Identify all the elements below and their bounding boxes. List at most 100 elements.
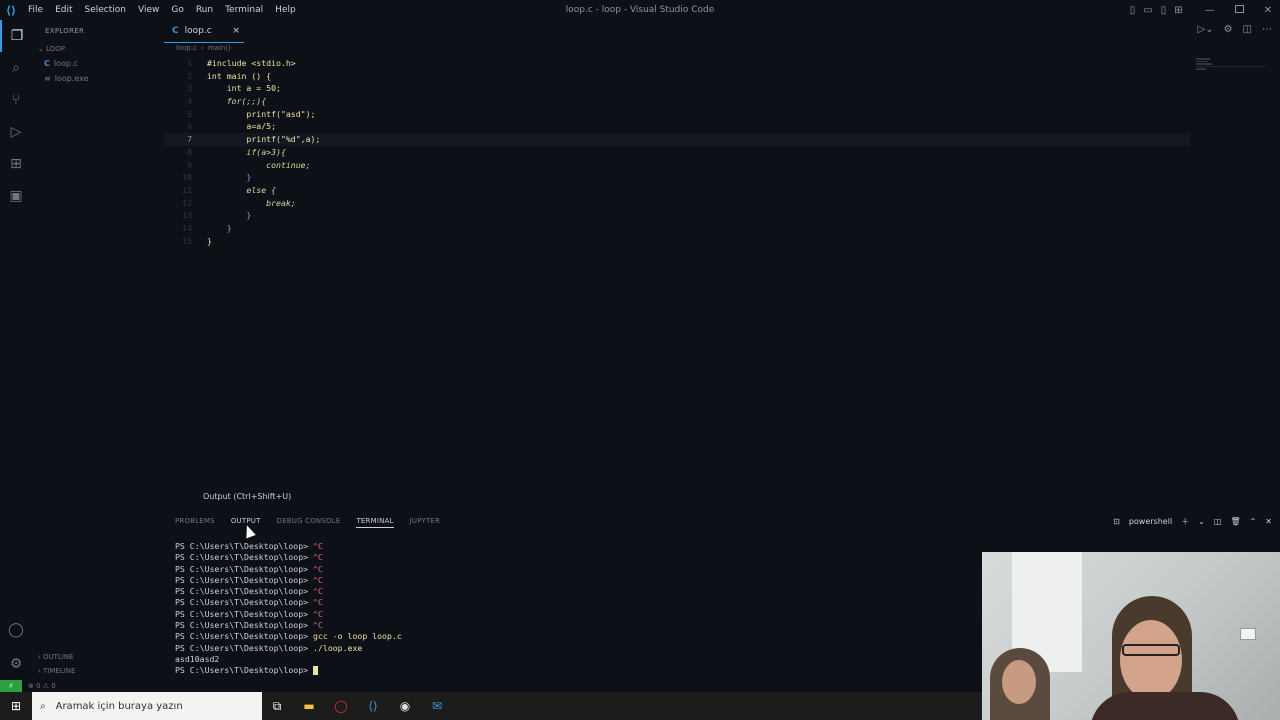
code-text: int a = 50;	[207, 83, 281, 94]
toggle-sidebar-icon[interactable]: ▯	[1130, 5, 1136, 16]
breadcrumb-symbol[interactable]: main()	[208, 44, 231, 56]
shell-name[interactable]: powershell	[1129, 517, 1172, 526]
code-text: }	[207, 172, 252, 183]
file-item-loop-c[interactable]: C loop.c	[32, 56, 164, 71]
tab-terminal[interactable]: TERMINAL	[356, 514, 394, 528]
minimap[interactable]	[1196, 57, 1272, 77]
timeline-section[interactable]: › TIMELINE	[32, 664, 164, 678]
file-item-loop-exe[interactable]: ≡ loop.exe	[32, 71, 164, 86]
terminal-line: PS C:\Users\T\Desktop\loop> ^C	[175, 586, 323, 597]
webcam-overlay	[982, 552, 1280, 720]
chevron-down-icon[interactable]: ⌄	[1198, 517, 1205, 526]
menu-selection[interactable]: Selection	[79, 5, 132, 15]
panel-actions: ⊡ powershell ＋ ⌄ ◫ 🗑 ⌃ ✕	[1113, 514, 1272, 528]
vscode-taskbar-icon[interactable]: ⟨⟩	[364, 697, 382, 715]
taskbar-search[interactable]: ⌕ Aramak için buraya yazın	[32, 692, 262, 720]
breadcrumb-file[interactable]: loop.c	[176, 44, 197, 56]
trash-icon[interactable]: 🗑	[1230, 517, 1240, 526]
taskbar-search-placeholder: Aramak için buraya yazın	[55, 700, 183, 712]
code-line: 2 int main () {	[164, 70, 1194, 83]
menu-help[interactable]: Help	[269, 5, 302, 15]
toggle-secondary-sidebar-icon[interactable]: ▯	[1161, 5, 1167, 16]
more-actions-icon[interactable]: ⋯	[1262, 24, 1272, 35]
menu-file[interactable]: File	[22, 5, 49, 15]
tab-problems[interactable]: PROBLEMS	[175, 514, 215, 528]
close-window-icon[interactable]: ✕	[1264, 5, 1272, 16]
line-number: 12	[182, 197, 192, 208]
line-number: 8	[187, 146, 192, 157]
explorer-icon[interactable]: ❐	[0, 20, 32, 52]
line-number: 15	[182, 235, 192, 246]
code-text: }	[207, 210, 252, 221]
problems-counter[interactable]: ⊗ 0 ⚠ 0	[28, 680, 56, 692]
terminal-line: PS C:\Users\T\Desktop\loop> ^C	[175, 608, 323, 619]
windows-start-icon[interactable]: ⊞	[0, 692, 32, 720]
source-control-icon[interactable]: ⑂	[0, 84, 32, 116]
terminal-line: PS C:\Users\T\Desktop\loop> gcc -o loop …	[175, 631, 402, 642]
split-editor-icon[interactable]: ◫	[1243, 24, 1252, 35]
outline-section[interactable]: › OUTLINE	[32, 650, 164, 664]
editor-actions: ▷⌄ ⚙ ◫ ⋯	[1198, 24, 1273, 35]
menu-view[interactable]: View	[132, 5, 165, 15]
new-terminal-icon[interactable]: ＋	[1181, 516, 1189, 527]
menu-terminal[interactable]: Terminal	[219, 5, 269, 15]
file-name: loop.c	[53, 59, 78, 68]
obs-icon[interactable]: ◉	[396, 697, 414, 715]
account-icon[interactable]: ◯	[0, 614, 32, 646]
run-code-icon[interactable]: ▷⌄	[1198, 24, 1214, 35]
exe-file-icon: ≡	[44, 74, 51, 83]
line-number: 5	[187, 108, 192, 119]
taskbar-apps: ⧉ ▬ ◯ ⟨⟩ ◉ ✉	[268, 692, 446, 720]
maximize-panel-icon[interactable]: ⌃	[1250, 517, 1257, 526]
opera-browser-icon[interactable]: ◯	[332, 697, 350, 715]
terminal-line: PS C:\Users\T\Desktop\loop> ./loop.exe	[175, 642, 363, 653]
terminal-line: PS C:\Users\T\Desktop\loop> ^C	[175, 574, 323, 585]
terminal-line: PS C:\Users\T\Desktop\loop> ^C	[175, 597, 323, 608]
close-panel-icon[interactable]: ✕	[1265, 517, 1272, 526]
code-text: printf("asd");	[207, 108, 316, 119]
code-text: }	[207, 235, 212, 246]
terminal-line: PS C:\Users\T\Desktop\loop> ^C	[175, 552, 323, 563]
line-number: 11	[182, 184, 192, 195]
search-icon[interactable]: ⌕	[0, 52, 32, 84]
folder-loop[interactable]: ⌄ LOOP	[32, 42, 164, 56]
output-tooltip: Output (Ctrl+Shift+U)	[200, 491, 295, 502]
menu-go[interactable]: Go	[165, 5, 189, 15]
terminal-line: asd10asd2	[175, 653, 220, 664]
terminal-line: PS C:\Users\T\Desktop\loop>	[175, 665, 402, 676]
code-line: 12 break;	[164, 197, 1194, 210]
remote-indicator-icon[interactable]: ⚡	[0, 680, 22, 692]
code-text: break;	[207, 197, 296, 208]
menu-run[interactable]: Run	[190, 5, 219, 15]
line-number: 4	[187, 96, 192, 107]
remote-explorer-icon[interactable]: ▣	[0, 180, 32, 212]
activity-bar: ❐ ⌕ ⑂ ▷ ⊞ ▣ ◯ ⚙	[0, 20, 32, 692]
code-text: int main () {	[207, 70, 272, 81]
restore-icon[interactable]	[1234, 4, 1244, 16]
tab-loop-c[interactable]: C loop.c ×	[164, 20, 244, 43]
line-number: 1	[187, 58, 192, 68]
task-view-icon[interactable]: ⧉	[268, 697, 286, 715]
run-debug-icon[interactable]: ▷	[0, 116, 32, 148]
settings-gear-icon[interactable]: ⚙	[1224, 24, 1233, 35]
customize-layout-icon[interactable]: ⊞	[1174, 5, 1182, 16]
code-text: }	[207, 222, 232, 233]
c-file-icon: C	[44, 59, 50, 68]
file-explorer-icon[interactable]: ▬	[300, 697, 318, 715]
code-line: 1 #include <stdio.h>	[164, 57, 1194, 70]
menu-edit[interactable]: Edit	[49, 5, 78, 15]
tab-debug-console[interactable]: DEBUG CONSOLE	[277, 514, 341, 528]
mail-icon[interactable]: ✉	[428, 697, 446, 715]
minimize-icon[interactable]: —	[1205, 5, 1215, 16]
manage-gear-icon[interactable]: ⚙	[0, 648, 32, 680]
tab-jupyter[interactable]: JUPYTER	[410, 514, 441, 528]
explorer-sidebar: EXPLORER ⌄ LOOP C loop.c ≡ loop.exe › OU…	[32, 20, 164, 692]
code-editor[interactable]: 1 #include <stdio.h> 2 int main () { 3 int…	[164, 57, 1194, 357]
line-number: 9	[187, 159, 192, 170]
extensions-icon[interactable]: ⊞	[0, 148, 32, 180]
close-icon[interactable]: ×	[232, 26, 240, 36]
terminal-output[interactable]: PS C:\Users\T\Desktop\loop> ^C PS C:\Use…	[175, 541, 402, 677]
toggle-panel-icon[interactable]: ▭	[1143, 5, 1152, 16]
terminal-line: PS C:\Users\T\Desktop\loop> ^C	[175, 620, 323, 631]
split-terminal-icon[interactable]: ◫	[1214, 517, 1222, 526]
